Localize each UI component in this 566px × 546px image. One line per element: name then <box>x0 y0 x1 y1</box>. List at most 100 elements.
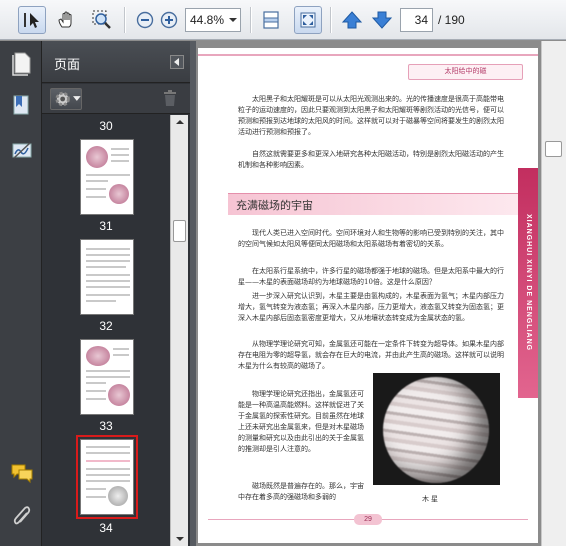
paperclip-icon <box>13 506 31 525</box>
full-screen-button[interactable] <box>294 6 322 34</box>
scroll-down-icon[interactable] <box>172 534 188 544</box>
page-number: 29 <box>354 514 382 525</box>
thumbnail-text-line <box>86 474 130 476</box>
thumbnail-text-line <box>86 382 106 384</box>
next-page-icon <box>371 11 393 29</box>
scrollbar-thumb[interactable] <box>173 220 186 242</box>
thumbnail-text-line <box>86 446 130 448</box>
attachments-panel-button[interactable] <box>8 503 36 531</box>
thumbnail-text-line <box>113 354 129 356</box>
thumbnail-image <box>108 384 130 406</box>
paragraph: 进一步深入研究认识到，木星主要是由氢构成的，木星表面为氢气；木星内部压力增大，氢… <box>238 292 504 322</box>
thumbnail-text-line <box>86 300 116 302</box>
previous-page-button[interactable] <box>338 6 366 34</box>
trash-icon <box>164 90 176 106</box>
thumbnail-text-line <box>86 180 108 182</box>
marquee-zoom-button[interactable] <box>88 6 116 34</box>
options-menu-button[interactable] <box>50 88 82 110</box>
signature-icon <box>12 142 32 159</box>
document-view: 太阳给中的磁 太阳黑子和太阳耀斑是可以从太阳光观测出来的。光的传播速度是很高于高… <box>196 41 541 546</box>
paragraph: 从物理学理论研究可知，金属氢还可能在一定条件下转变为超导体。如果木星内部存在电阻… <box>238 340 504 370</box>
running-header: 太阳给中的磁 <box>408 64 523 80</box>
paragraph: 在太阳系行星系统中，许多行星的磁场都强于地球的磁场。但是太阳系中最大的行星——木… <box>238 267 504 286</box>
thumbnail-text-line <box>86 452 130 454</box>
thumbnail-text-line <box>111 148 129 150</box>
thumbnail-heading-bar <box>86 460 130 462</box>
thumbnail-label: 31 <box>99 219 113 233</box>
signatures-panel-button[interactable] <box>8 136 36 164</box>
page-thumbnail-selected[interactable] <box>76 435 138 519</box>
thumbnail-text-line <box>86 174 130 176</box>
paragraph: 太阳黑子和太阳耀斑是可以从太阳光观测出来的。光的传播速度是很高于高能带电粒子的运… <box>238 95 504 136</box>
zoom-in-button[interactable] <box>155 6 183 34</box>
fit-page-button[interactable] <box>257 6 285 34</box>
toolbar-separator <box>330 7 331 33</box>
page-count: / 190 <box>438 13 465 27</box>
page-number-input[interactable]: 34 <box>400 8 433 32</box>
chevron-down-icon <box>73 96 81 101</box>
thumbnail-text-line <box>86 196 106 198</box>
scroll-up-icon[interactable] <box>172 117 188 127</box>
thumbnail-scrollbar[interactable] <box>170 115 188 546</box>
thumbnail-text-line <box>86 266 126 268</box>
zoom-level-field[interactable]: 44.8% <box>185 8 241 32</box>
page-header-rule <box>198 54 538 56</box>
paragraph: 现代人类已进入空间时代。空间环境对人和生物等的影响已受到特别的关注，其中的空间气… <box>238 229 504 248</box>
thumbnail-text-line <box>86 280 130 282</box>
pages-icon <box>12 52 31 76</box>
thumbnail-text-line <box>86 370 130 372</box>
panel-title: 页面 <box>54 57 81 72</box>
toolbar-separator <box>250 7 251 33</box>
thumbnail-text-line <box>86 188 106 190</box>
toolbar-separator <box>124 7 125 33</box>
chevron-left-icon <box>174 58 179 66</box>
thumbnail-text-line <box>86 286 130 288</box>
thumbnail-image <box>86 346 110 366</box>
scrollbar-thumb[interactable] <box>545 141 562 157</box>
thumbnail-list: 30 31 32 33 34 <box>42 115 170 546</box>
gear-icon <box>55 91 70 107</box>
thumbnail-text-line <box>86 488 106 490</box>
thumbnail-text-line <box>86 496 106 498</box>
thumbnail-image <box>86 146 108 168</box>
bookmarks-panel-button[interactable] <box>8 91 36 119</box>
thumbnail-label: 34 <box>99 521 113 535</box>
thumbnail-text-line <box>86 468 130 470</box>
page-thumbnail[interactable] <box>80 339 134 415</box>
jupiter-planet <box>383 377 489 483</box>
thumbnail-text-line <box>86 376 130 378</box>
fit-page-icon <box>263 11 279 29</box>
pages-panel-button[interactable] <box>8 49 36 77</box>
thumbnail-text-line <box>86 248 130 250</box>
document-scrollbar[interactable] <box>541 41 566 546</box>
pdf-viewer-window: { "toolbar": { "zoom": "44.8%", "current… <box>0 0 566 546</box>
bookmarks-icon <box>13 95 29 115</box>
zoom-level-value: 44.8% <box>190 13 225 27</box>
pages-panel: 页面 30 31 32 33 34 <box>42 41 190 546</box>
toolbar: 44.8% 34 / 190 <box>0 0 566 40</box>
jupiter-photo <box>373 373 500 485</box>
zoom-in-icon <box>160 11 178 29</box>
select-tool-button[interactable] <box>18 6 46 34</box>
thumbnail-text-line <box>86 274 130 276</box>
chevron-down-icon[interactable] <box>229 18 237 22</box>
delete-page-button[interactable] <box>162 89 178 112</box>
chapter-side-tab: XIANGHUI XINYI DE NENGLIANG <box>518 168 538 398</box>
thumbnail-image <box>108 486 128 506</box>
thumbnail-text-line <box>86 390 106 392</box>
next-page-button[interactable] <box>368 6 396 34</box>
photo-caption: 木 星 <box>422 496 438 503</box>
thumbnail-text-line <box>86 294 130 296</box>
page-thumbnail[interactable] <box>80 239 134 315</box>
thumbnail-text-line <box>86 398 106 400</box>
thumbnail-label: 32 <box>99 319 113 333</box>
previous-page-icon <box>341 11 363 29</box>
hand-tool-button[interactable] <box>52 6 80 34</box>
thumbnail-text-line <box>86 260 130 262</box>
thumbnail-text-line <box>111 160 129 162</box>
thumbnail-label: 33 <box>99 419 113 433</box>
comments-panel-button[interactable] <box>8 459 36 487</box>
select-tool-icon <box>24 13 39 28</box>
page-thumbnail[interactable] <box>80 139 134 215</box>
collapse-panel-button[interactable] <box>170 55 184 69</box>
